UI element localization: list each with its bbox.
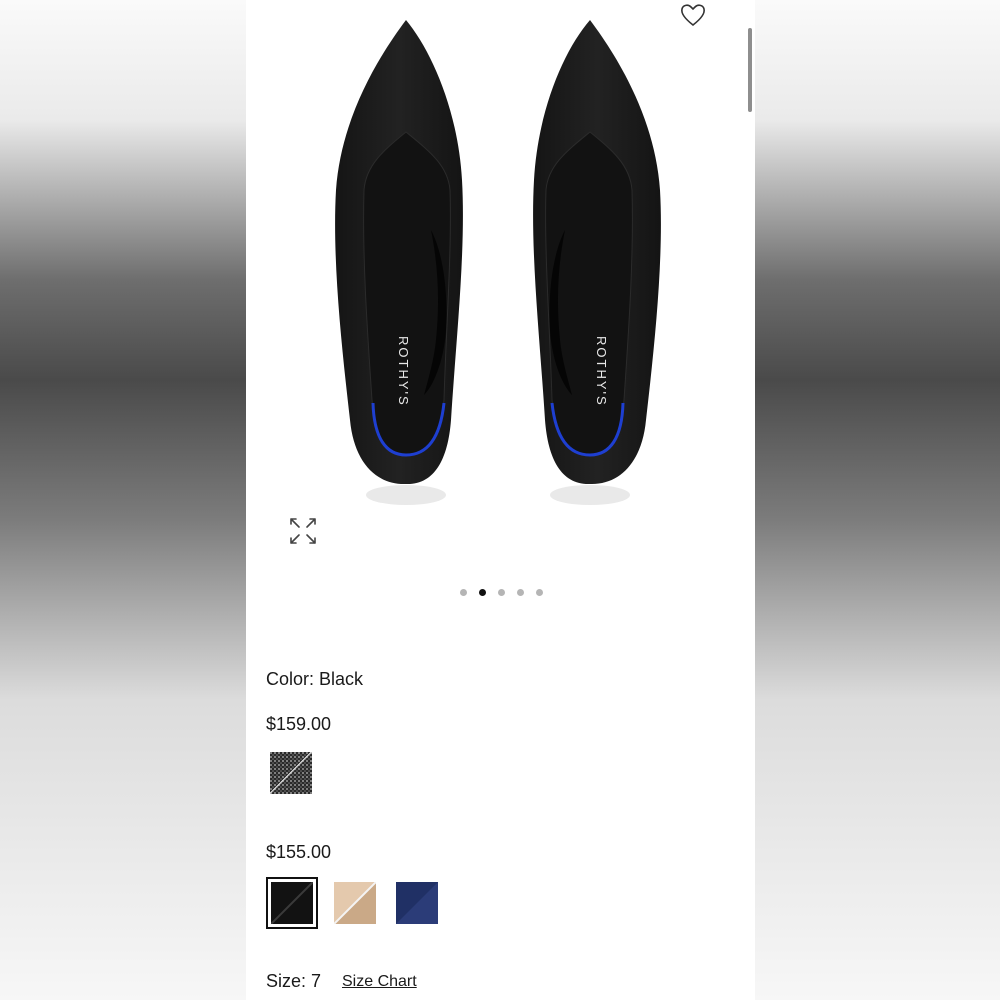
product-page: ROTHY'S ROTHY'S Color: Black $159.00 $15… [246,0,755,1000]
size-value: 7 [311,971,322,991]
color-value: Black [319,669,364,689]
swatch-black-pattern-image [269,751,313,795]
size-line: Size: 7 [266,971,321,992]
swatch-beige[interactable] [333,881,377,925]
gallery-dot[interactable] [498,588,505,596]
gallery-pagination [246,586,755,598]
product-image[interactable]: ROTHY'S ROTHY'S [306,0,696,560]
color-label: Color: [266,669,315,689]
swatch-black-pattern[interactable] [269,751,313,795]
swatch-black[interactable] [266,877,318,929]
right-shoe: ROTHY'S [533,20,661,505]
price-group-1: $159.00 [266,714,332,734]
color-line: Color: Black [266,669,363,690]
size-chart-link[interactable]: Size Chart [342,973,417,991]
price-group-2: $155.00 [266,842,332,862]
background-blur-right [755,0,1000,1000]
swatch-beige-image [333,881,377,925]
swatch-navy-image [396,882,438,924]
background-blur-left [0,0,246,1000]
size-label: Size: [266,971,307,991]
expand-icon[interactable] [288,516,318,546]
gallery-dot[interactable] [517,588,524,596]
gallery-dot[interactable] [536,588,543,596]
svg-text:ROTHY'S: ROTHY'S [594,336,609,407]
svg-text:ROTHY'S: ROTHY'S [396,336,411,407]
swatch-navy[interactable] [396,882,438,924]
scrollbar[interactable] [748,28,752,112]
gallery-dot[interactable] [460,588,467,596]
gallery-dot-active[interactable] [479,588,486,596]
swatch-black-image [270,881,314,925]
left-shoe: ROTHY'S [335,20,463,505]
